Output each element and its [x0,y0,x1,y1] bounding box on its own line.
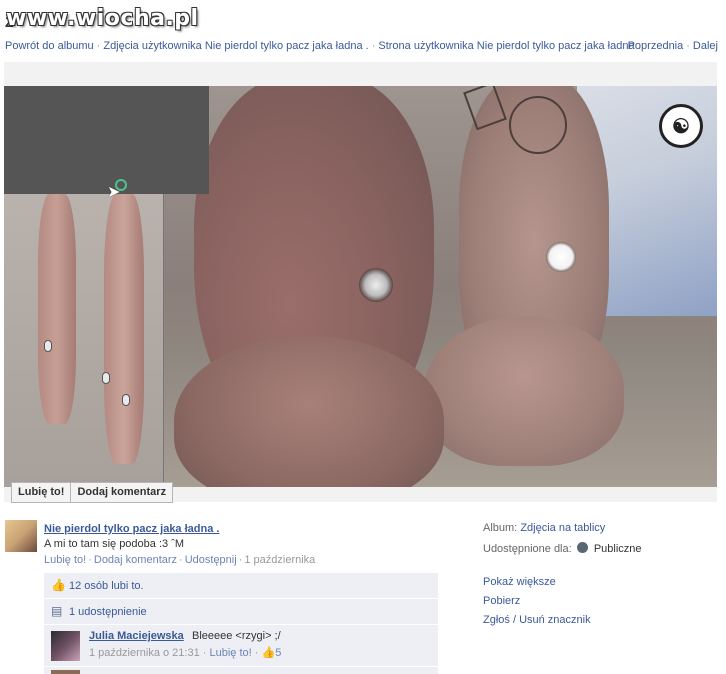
report-row: Zgłoś / Usuń znacznik [483,614,591,626]
download-row: Pobierz [483,595,520,607]
likes-row[interactable]: 👍 12 osób lubi to. [44,573,438,599]
avatar [51,670,80,674]
photo-right-foot [424,316,624,466]
circle-logo-icon: ☯ [659,104,703,148]
comment-author[interactable]: Julia Maciejewska [89,630,184,642]
inset-piercing [102,372,110,384]
inset-photo [4,194,164,487]
post-comment-link[interactable]: Dodaj komentarz [94,554,177,566]
pager: Poprzednia · Dalej [628,40,718,52]
shares-row[interactable]: ▤ 1 udostępnienie [44,599,438,625]
photo-piercing-right [546,242,576,272]
post-meta: Lubię to! · Dodaj komentarz · Udostępnij · 1 p… [44,554,315,566]
comment: Julia Maciejewska Bleeeee <rzygi> ;/ 1 p… [44,625,438,667]
inset-leg [104,194,144,464]
inset-leg [38,194,76,424]
album-label: Album: [483,522,518,534]
comment-text: Bleeeee <rzygi> ;/ [192,630,281,642]
photo-actions: Lubię to! Dodaj komentarz [11,482,174,503]
share-icon: ▤ [51,604,63,618]
comment-like-count-value: 5 [275,647,282,659]
download-link[interactable]: Pobierz [483,595,520,607]
post-share-link[interactable]: Udostępnij [185,554,237,566]
photo-tattoo-smiley [509,96,567,154]
report-link[interactable]: Zgłoś / Usuń znacznik [483,614,591,626]
show-larger-row: Pokaż większe [483,576,556,588]
show-larger-link[interactable]: Pokaż większe [483,576,556,588]
photo-nav: Powrót do albumu · Zdjęcia użytkownika Nie… [5,40,726,52]
next-link[interactable]: Dalej [693,40,718,52]
inset-piercing [122,394,130,406]
loading-spinner-icon [115,179,127,191]
post-date: 1 października [244,554,316,566]
watermark: www.wiocha.pl [6,6,199,31]
like-button[interactable]: Lubię to! [11,482,72,503]
comment-meta: 1 października o 21:31 · Lubię to! · 👍5 [89,646,281,659]
post-author[interactable]: Nie pierdol tylko pacz jaka ładna . [44,523,219,535]
post-text: A mi to tam się podoba :3 ˆM [44,538,185,550]
comment-like-link[interactable]: Lubię to! [209,647,251,659]
photo-dark-overlay [4,86,209,194]
avatar[interactable] [5,520,37,552]
shared-label: Udostępnione dla: [483,543,572,555]
avatar[interactable] [51,631,80,661]
separator: · [96,40,101,52]
separator: · [686,40,690,52]
post-like-link[interactable]: Lubię to! [44,554,86,566]
comment-date[interactable]: 1 października o 21:31 [89,647,200,659]
separator: · [238,554,243,566]
comment-like-count[interactable]: 👍5 [261,647,281,659]
inset-piercing [44,340,52,352]
add-comment-button[interactable]: Dodaj komentarz [71,482,174,503]
separator: · [371,40,376,52]
shares-count[interactable]: 1 udostępnienie [69,606,147,618]
privacy-selector[interactable]: Publiczne [594,543,642,555]
back-to-album-link[interactable]: Powrót do albumu [5,40,94,52]
photo-piercing-left [359,268,393,302]
likes-count[interactable]: 12 osób lubi to. [69,580,144,592]
user-page-link[interactable]: Strona użytkownika Nie pierdol tylko pac… [378,40,640,52]
thumbs-up-icon: 👍 [261,647,276,659]
next-comment [44,667,438,674]
globe-icon [576,542,588,553]
separator: · [179,554,183,566]
album-link[interactable]: Zdjęcia na tablicy [520,522,605,534]
separator: · [88,554,92,566]
shared-row: Udostępnione dla: Publiczne [483,542,642,555]
user-photos-link[interactable]: Zdjęcia użytkownika Nie pierdol tylko pa… [103,40,368,52]
previous-link[interactable]: Poprzednia [628,40,684,52]
album-row: Album: Zdjęcia na tablicy [483,522,605,534]
thumbs-up-icon: 👍 [51,578,66,592]
feedback-box: 👍 12 osób lubi to. ▤ 1 udostępnienie Jul… [44,573,438,674]
